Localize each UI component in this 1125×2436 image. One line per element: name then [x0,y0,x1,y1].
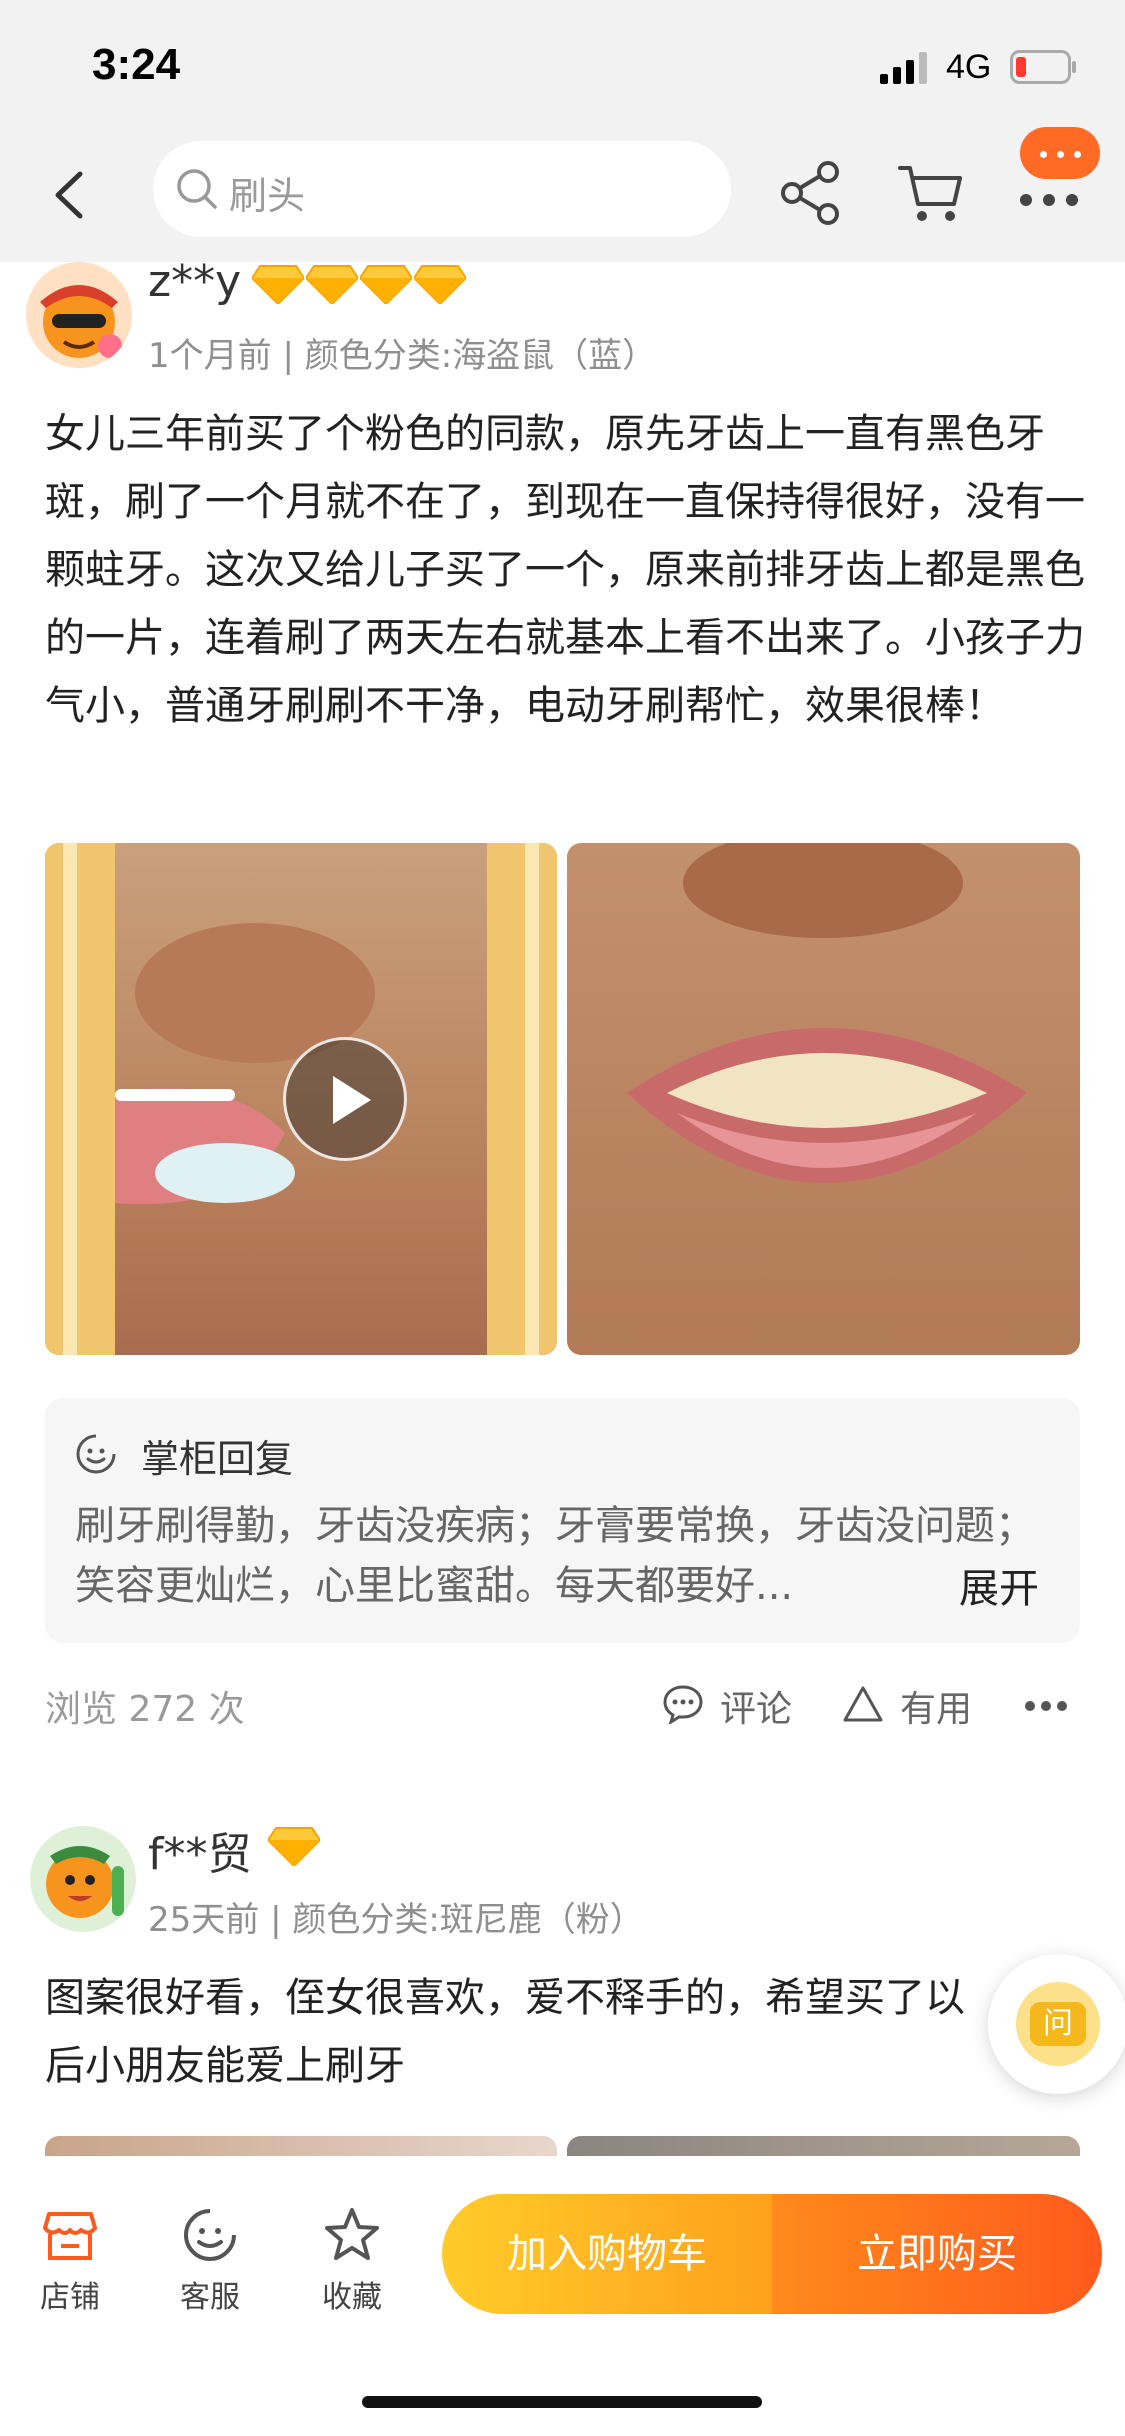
search-icon [177,169,217,209]
status-time: 3:24 [92,40,181,89]
avatar-image [40,285,122,358]
more-icon[interactable] [1014,174,1084,214]
home-indicator [362,2396,762,2408]
review-meta: 1个月前 | 颜色分类:海盗鼠（蓝） [148,336,657,376]
review-username: z**y [148,256,242,307]
tab-favorite[interactable]: 收藏 [302,2206,402,2316]
back-icon[interactable] [42,160,102,230]
tab-favorite-label: 收藏 [322,2280,382,2315]
ask-button[interactable]: 问 [988,1954,1125,2094]
review-username: f**贸 [148,1829,252,1880]
seller-reply: 掌柜回复 刷牙刷得勤，牙齿没疾病；牙膏要常换，牙齿没问题；笑容更灿烂，心里比蜜甜… [45,1398,1080,1643]
view-count: 浏览 272 次 [45,1689,245,1730]
reply-text: 刷牙刷得勤，牙齿没疾病；牙膏要常换，牙齿没问题；笑容更灿烂，心里比蜜甜。每天都要… [75,1503,1035,1609]
comment-icon[interactable] [662,1684,704,1724]
cart-icon[interactable] [896,160,966,226]
review-video[interactable] [45,843,557,1355]
photo-image [627,843,1027,1183]
tab-store[interactable]: 店铺 [20,2206,120,2316]
tab-service[interactable]: 客服 [160,2206,260,2316]
bottom-bar: 店铺 客服 收藏 加入购物车 立即购买 [0,2156,1125,2436]
review-text: 图案很好看，侄女很喜欢，爱不释手的，希望买了以后小朋友能爱上刷牙 [45,1975,965,2089]
signal-icon [880,52,927,84]
diamond-icon [414,265,466,304]
review-meta: 25天前 | 颜色分类:斑尼鹿（粉） [148,1900,644,1940]
star-icon [325,2208,379,2260]
nav-bar: 刷头 [0,130,1125,262]
search-placeholder: 刷头 [229,174,306,218]
useful-icon[interactable] [842,1684,884,1724]
ask-icon: 问 [1030,2002,1086,2046]
add-to-cart-button[interactable]: 加入购物车 [442,2194,772,2314]
review-text: 女儿三年前买了个粉色的同款，原先牙齿上一直有黑色牙斑，刷了一个月就不在了，到现在… [45,411,1085,729]
review-photo[interactable] [567,843,1080,1355]
avatar[interactable] [26,262,132,368]
service-icon [184,2209,236,2261]
buy-now-button[interactable]: 立即购买 [772,2194,1102,2314]
smile-icon [76,1434,116,1474]
reply-title: 掌柜回复 [141,1437,294,1481]
status-bar: 3:24 4G [0,0,1125,130]
share-icon[interactable] [778,158,844,228]
avatar-image [46,1846,124,1918]
play-icon[interactable] [283,1037,407,1161]
tab-service-label: 客服 [180,2280,240,2315]
comment-button[interactable]: 评论 [720,1680,792,1732]
search-input[interactable]: 刷头 [153,141,731,237]
diamond-icon [268,1827,320,1866]
diamond-icon [360,265,412,304]
diamond-icon [252,265,304,304]
network-label: 4G [946,48,992,86]
battery-icon [1010,50,1076,84]
avatar[interactable] [30,1826,136,1932]
more-options-icon[interactable] [1024,1700,1068,1712]
expand-link[interactable]: 展开 [959,1556,1039,1614]
store-icon [43,2212,97,2260]
tab-store-label: 店铺 [40,2280,100,2315]
diamond-icon [306,265,358,304]
message-badge[interactable] [1020,127,1100,179]
useful-button[interactable]: 有用 [900,1680,972,1732]
